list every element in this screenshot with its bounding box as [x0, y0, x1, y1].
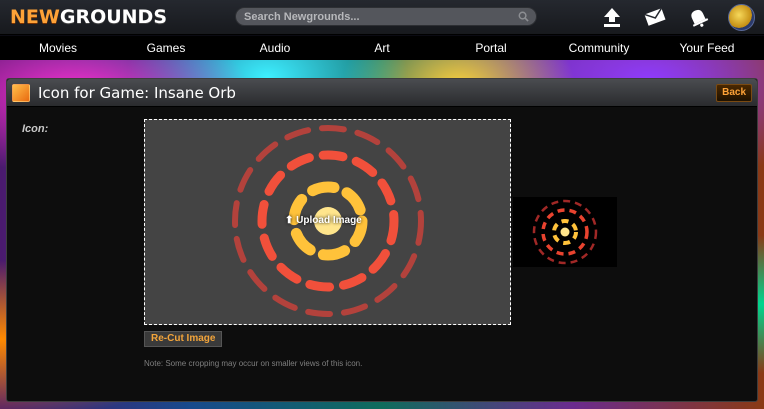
nav-art[interactable]: Art — [344, 36, 420, 60]
top-bar: NEWGROUNDS — [0, 0, 764, 35]
recut-image-button[interactable]: Re-Cut Image — [144, 331, 223, 347]
mail-icon[interactable] — [643, 5, 667, 29]
nav-movies[interactable]: Movies — [20, 36, 96, 60]
newgrounds-logo[interactable]: NEWGROUNDS — [10, 5, 167, 29]
upload-icon[interactable] — [600, 5, 624, 29]
search-bar — [235, 7, 537, 26]
orb-preview-image — [532, 199, 598, 265]
nav-community[interactable]: Community — [561, 36, 637, 60]
upload-image-text: Upload Image — [296, 215, 362, 226]
upload-image-label[interactable]: ⬆ Upload Image — [285, 215, 362, 226]
bell-icon[interactable] — [686, 5, 710, 29]
nav-portal[interactable]: Portal — [453, 36, 529, 60]
game-icon — [12, 84, 30, 102]
back-button[interactable]: Back — [716, 84, 752, 102]
icon-field-label: Icon: — [22, 123, 49, 135]
avatar[interactable] — [728, 4, 755, 31]
main-nav: Movies Games Audio Art Portal Community … — [0, 36, 764, 60]
icon-editor-panel: Icon for Game: Insane Orb Back Icon: ⬆ U… — [6, 78, 758, 402]
logo-new: NEW — [10, 6, 60, 28]
panel-title: Icon for Game: Insane Orb — [38, 84, 236, 102]
panel-header: Icon for Game: Insane Orb Back — [7, 79, 757, 107]
logo-grounds: GROUNDS — [59, 6, 168, 28]
upload-icon: ⬆ — [285, 215, 294, 226]
nav-your-feed[interactable]: Your Feed — [669, 36, 745, 60]
cropping-note: Note: Some cropping may occur on smaller… — [144, 359, 363, 368]
search-icon[interactable] — [518, 11, 529, 22]
icon-upload-dropzone[interactable]: ⬆ Upload Image — [144, 119, 511, 325]
icon-preview — [513, 197, 617, 267]
nav-audio[interactable]: Audio — [237, 36, 313, 60]
nav-games[interactable]: Games — [128, 36, 204, 60]
search-input[interactable] — [244, 9, 514, 24]
